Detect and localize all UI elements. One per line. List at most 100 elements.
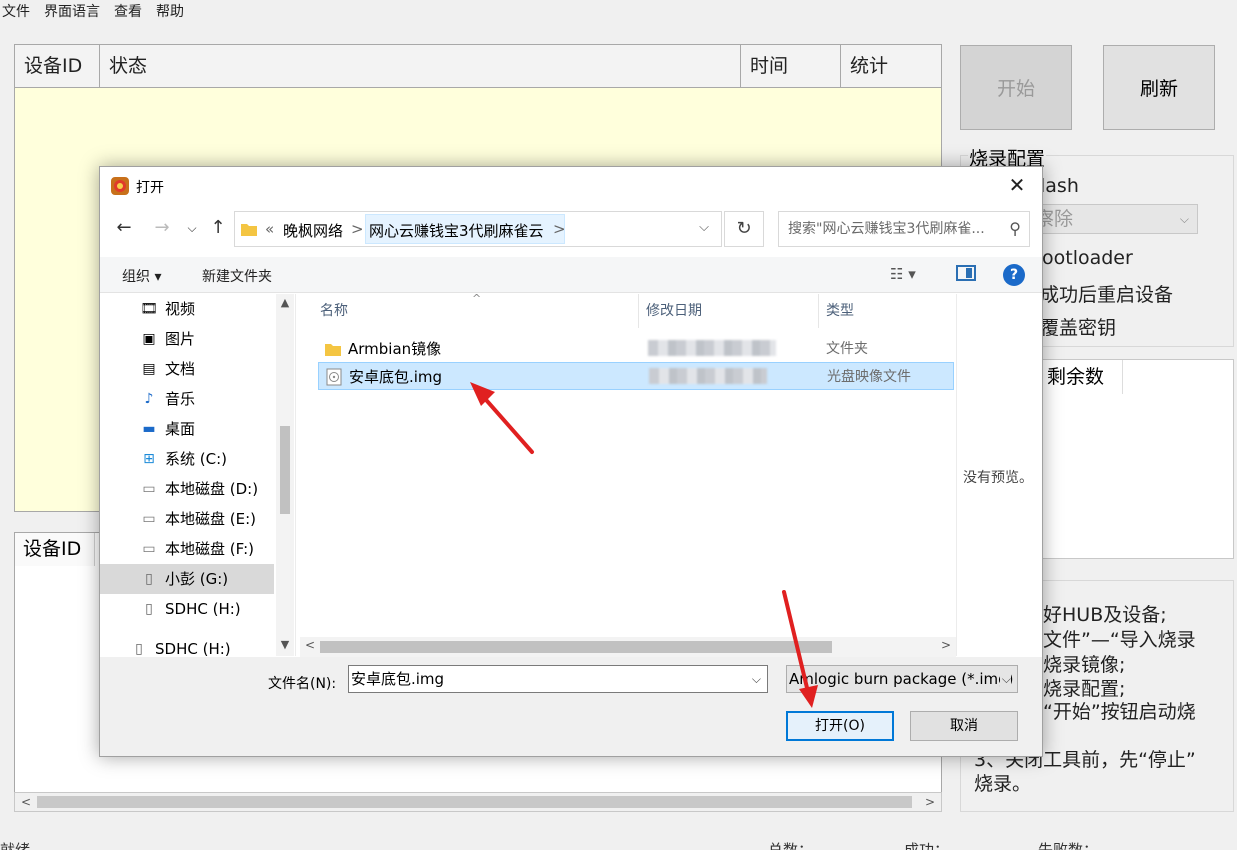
preview-pane: 没有预览。 <box>956 294 1042 656</box>
dialog-title: 打开 <box>136 180 164 196</box>
cancel-button[interactable]: 取消 <box>910 711 1018 741</box>
col-time[interactable]: 时间 <box>741 45 841 87</box>
menu-file[interactable]: 文件 <box>0 0 38 22</box>
file-list-horizontal-scrollbar[interactable]: < > <box>300 637 956 657</box>
reboot-option[interactable]: 成功后重启设备 <box>1040 280 1173 307</box>
filetype-select[interactable]: Amlogic burn package (*.img) ⌵ <box>786 665 1018 693</box>
file-list[interactable]: ^ 名称 修改日期 类型 Armbian镜像 文件夹 安卓底包.img 光盘映像… <box>300 292 956 634</box>
start-button[interactable]: 开始 <box>960 45 1072 130</box>
chevron-down-icon[interactable]: ⌵ <box>752 666 761 692</box>
scroll-right-icon[interactable]: > <box>938 638 954 652</box>
documents-icon: ▤ <box>142 361 156 377</box>
redacted-date <box>648 340 776 356</box>
pictures-icon: ▣ <box>142 331 156 347</box>
drive-icon: ▭ <box>142 541 156 557</box>
back-arrow-icon[interactable]: ← <box>112 217 136 238</box>
command-bar: 组织 ▾ 新建文件夹 ☷ ▾ ? <box>100 257 1042 293</box>
nav-item-drive-g[interactable]: ▯ 小彭 (G:) <box>100 564 274 594</box>
scroll-down-icon[interactable]: ▼ <box>278 638 292 651</box>
nav-item-drive-h-root[interactable]: ▯ SDHC (H:) <box>100 634 274 656</box>
bootloader-option[interactable]: ootloader <box>1042 247 1133 269</box>
search-input[interactable]: 搜索"网心云赚钱宝3代刷麻雀... ⚲ <box>778 211 1030 247</box>
breadcrumb-overflow-icon[interactable]: « <box>265 220 274 238</box>
scroll-thumb[interactable] <box>37 796 912 808</box>
help-line-3: 烧录镜像; <box>1043 654 1126 676</box>
open-button[interactable]: 打开(O) <box>786 711 894 741</box>
breadcrumb-separator-icon[interactable]: > <box>553 220 566 238</box>
status-total: 总数： <box>768 841 814 850</box>
up-arrow-icon[interactable]: ↑ <box>206 217 230 238</box>
nav-item-desktop[interactable]: ▬ 桌面 <box>100 414 274 444</box>
refresh-button[interactable]: 刷新 <box>1103 45 1215 130</box>
col-name[interactable]: 名称 <box>300 294 638 328</box>
scroll-thumb[interactable] <box>320 641 832 653</box>
refresh-icon[interactable]: ↻ <box>724 211 764 247</box>
col-stats[interactable]: 统计 <box>841 45 941 87</box>
nav-vertical-scrollbar[interactable]: ▲ ▼ <box>276 294 294 656</box>
menu-language[interactable]: 界面语言 <box>38 0 108 22</box>
scroll-up-icon[interactable]: ▲ <box>278 296 292 309</box>
dialog-footer: 文件名(N): 安卓底包.img ⌵ Amlogic burn package … <box>100 657 1042 756</box>
file-name: 安卓底包.img <box>349 368 443 386</box>
help-icon[interactable]: ? <box>1003 264 1025 286</box>
scroll-left-icon[interactable]: < <box>302 638 318 652</box>
help-line-7: 烧录。 <box>974 773 1032 795</box>
breadcrumb-separator-icon[interactable]: > <box>351 220 364 238</box>
chevron-down-icon: ⌵ <box>1179 212 1189 226</box>
folder-icon <box>325 344 341 356</box>
nav-item-drive-f[interactable]: ▭ 本地磁盘 (F:) <box>100 534 274 564</box>
menu-help[interactable]: 帮助 <box>150 0 192 22</box>
scroll-thumb[interactable] <box>280 426 290 514</box>
organize-menu[interactable]: 组织 ▾ <box>122 266 161 286</box>
nav-label: 视频 <box>165 300 196 318</box>
nav-item-pictures[interactable]: ▣ 图片 <box>100 324 274 354</box>
menu-view[interactable]: 查看 <box>108 0 150 22</box>
file-row-img[interactable]: 安卓底包.img 光盘映像文件 <box>318 362 954 390</box>
video-icon: 🎞 <box>140 301 158 317</box>
dialog-titlebar[interactable]: 打开 ✕ <box>100 167 1042 205</box>
nav-item-documents[interactable]: ▤ 文档 <box>100 354 274 384</box>
nav-item-videos[interactable]: 🎞 视频 <box>100 294 274 324</box>
breadcrumb-current[interactable]: 网心云赚钱宝3代刷麻雀云 <box>369 220 544 241</box>
preview-pane-icon[interactable] <box>956 265 976 281</box>
breadcrumb-item[interactable]: 晚枫网络 <box>283 220 343 241</box>
address-bar[interactable]: « 晚枫网络 > 网心云赚钱宝3代刷麻雀云 > ⌵ <box>234 211 722 247</box>
log-col-device-id[interactable]: 设备ID <box>15 533 95 566</box>
help-line-2: 文件”—“导入烧录 <box>1043 629 1196 651</box>
nav-item-drive-h[interactable]: ▯ SDHC (H:) <box>100 594 274 624</box>
log-horizontal-scrollbar[interactable]: < > <box>14 792 942 812</box>
nav-label: 文档 <box>165 360 196 378</box>
drive-icon: ▭ <box>142 481 156 497</box>
nav-item-drive-e[interactable]: ▭ 本地磁盘 (E:) <box>100 504 274 534</box>
filename-input[interactable]: 安卓底包.img ⌵ <box>348 665 768 693</box>
status-ready: 就绪 <box>0 841 31 850</box>
scroll-left-icon[interactable]: < <box>17 793 35 811</box>
nav-label: 本地磁盘 (E:) <box>165 510 257 528</box>
scroll-right-icon[interactable]: > <box>921 793 939 811</box>
overwrite-key-option[interactable]: 覆盖密钥 <box>1040 313 1116 340</box>
chevron-down-icon[interactable]: ⌵ <box>699 220 709 235</box>
disc-image-icon <box>326 368 342 386</box>
col-device-id[interactable]: 设备ID <box>15 45 100 87</box>
navigation-pane[interactable]: 🎞 视频 ▣ 图片 ▤ 文档 ♪ 音乐 ▬ 桌面 ⊞ 系统 (C:) ▭ 本地磁… <box>100 294 296 656</box>
nav-item-drive-d[interactable]: ▭ 本地磁盘 (D:) <box>100 474 274 504</box>
new-folder-button[interactable]: 新建文件夹 <box>202 266 272 286</box>
redacted-date <box>649 368 767 384</box>
view-options-icon[interactable]: ☷ ▾ <box>890 265 916 283</box>
drive-icon: ▭ <box>142 511 156 527</box>
nav-item-drive-c[interactable]: ⊞ 系统 (C:) <box>100 444 274 474</box>
flash-option[interactable]: lash <box>1040 175 1079 197</box>
col-modified[interactable]: 修改日期 <box>626 294 806 328</box>
erase-select[interactable]: 察除 ⌵ <box>1030 204 1198 234</box>
removable-drive-icon: ▯ <box>145 601 153 617</box>
close-icon[interactable]: ✕ <box>1004 173 1030 197</box>
file-row-folder[interactable]: Armbian镜像 文件夹 <box>318 335 954 363</box>
col-type[interactable]: 类型 <box>806 294 946 328</box>
col-status[interactable]: 状态 <box>100 45 741 87</box>
forward-arrow-icon[interactable]: → <box>150 217 174 238</box>
device-grid-header: 设备ID 状态 时间 统计 <box>15 45 941 88</box>
status-bar: 就绪 总数： 成功： 失败数： <box>0 836 1237 850</box>
no-preview-text: 没有预览。 <box>963 470 1033 486</box>
recent-locations-icon[interactable]: ⌵ <box>180 221 204 236</box>
nav-item-music[interactable]: ♪ 音乐 <box>100 384 274 414</box>
